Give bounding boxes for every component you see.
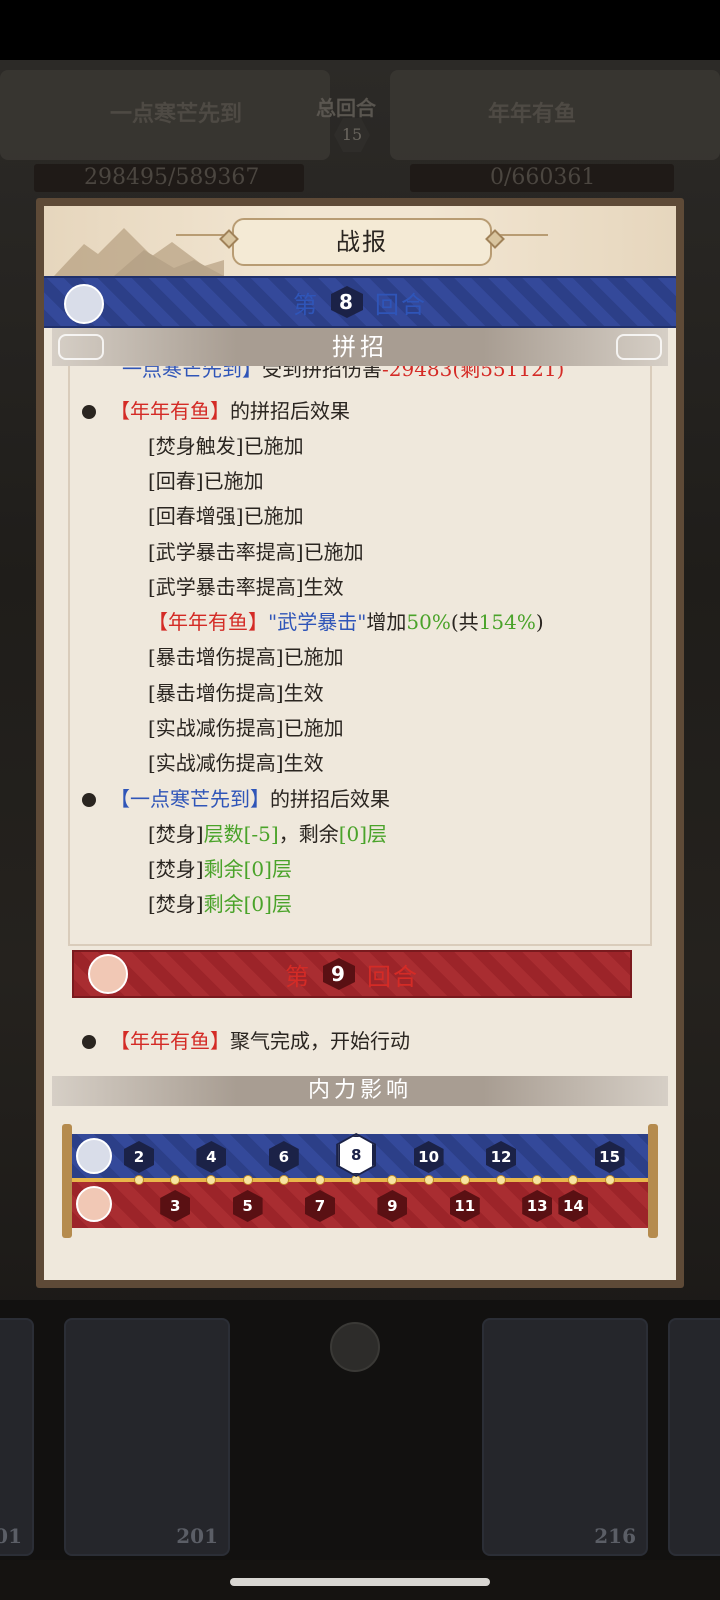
enemy-avatar: [76, 1186, 112, 1222]
turn-order-timeline[interactable]: 2 4 6 8 10 12 15 3 5 7 9 11 13 14: [62, 1120, 658, 1242]
player-avatar: [64, 284, 104, 324]
timeline-dot: [423, 1175, 434, 1185]
bullet-icon: [82, 405, 96, 419]
home-indicator: [230, 1578, 490, 1586]
timeline-dot: [315, 1175, 325, 1185]
log-line: [暴击增伤提高]已施加: [148, 645, 344, 669]
timeline-dot: [134, 1175, 144, 1185]
section-header-internal-force: 内力影响: [52, 1076, 668, 1106]
left-player-name: 一点寒芒先到: [110, 101, 243, 127]
report-paper: 战报 第 8 回合 一点寒芒先到】受到拼招伤害-29483(剩551121) 【…: [44, 206, 676, 1280]
bullet-icon: [82, 1035, 96, 1049]
round-9-banner: 第 9 回合: [72, 950, 632, 998]
log-line: [实战减伤提高]已施加: [148, 716, 344, 740]
right-player-name: 年年有鱼: [488, 101, 577, 127]
skill-card: [668, 1318, 720, 1556]
timeline-dot: [278, 1175, 289, 1185]
dialog-title: 战报: [232, 218, 492, 266]
log-line: [回春增强]已施加: [148, 504, 304, 528]
log-line: 【年年有鱼】的拼招后效果: [82, 396, 350, 426]
log-line: 一点寒芒先到】受到拼招伤害-29483(剩551121): [122, 366, 565, 381]
log-line: 【一点寒芒先到】的拼招后效果: [82, 784, 390, 814]
dialog-header: 战报: [44, 206, 676, 276]
bullet-icon: [82, 793, 96, 807]
cloud-ornament-icon: [58, 334, 104, 360]
log-line: [暴击增伤提高]生效: [148, 681, 324, 705]
total-round-label: 总回合: [316, 96, 376, 120]
section-header-clash: 拼招: [52, 328, 668, 366]
log-line: 【年年有鱼】聚气完成，开始行动: [82, 1026, 410, 1056]
status-bar: [0, 0, 720, 60]
round-number: 9: [323, 958, 355, 990]
log-line: [焚身]层数[-5]，剩余[0]层: [148, 822, 388, 846]
skill-card: 201: [64, 1318, 230, 1556]
timeline-dot: [242, 1175, 253, 1185]
log-line: [实战减伤提高]生效: [148, 751, 324, 775]
player-avatar: [76, 1138, 112, 1174]
skill-card: 201: [0, 1318, 34, 1556]
battle-report-dialog: 战报 第 8 回合 一点寒芒先到】受到拼招伤害-29483(剩551121) 【…: [36, 198, 684, 1288]
timeline-dot: [496, 1175, 506, 1185]
timeline-dot: [459, 1175, 470, 1185]
log-line: [焚身]剩余[0]层: [148, 857, 292, 881]
log-line: [回春]已施加: [148, 469, 264, 493]
log-line: [焚身]剩余[0]层: [148, 892, 292, 916]
log-line: 【年年有鱼】"武学暴击"增加50%(共154%): [148, 610, 544, 634]
skill-card: 216: [482, 1318, 648, 1556]
scroll-post: [648, 1124, 658, 1238]
play-button: [330, 1322, 380, 1372]
mountain-ornament-icon: [54, 228, 224, 276]
log-line: [焚身触发]已施加: [148, 434, 304, 458]
timeline-dot: [604, 1175, 615, 1185]
round-number: 8: [331, 286, 363, 318]
battle-log[interactable]: 一点寒芒先到】受到拼招伤害-29483(剩551121) 【年年有鱼】的拼招后效…: [72, 366, 648, 946]
round-8-banner: 第 8 回合: [44, 276, 676, 328]
right-hp: 0/660361: [410, 164, 674, 192]
enemy-avatar: [88, 954, 128, 994]
log-line: [武学暴击率提高]已施加: [148, 540, 364, 564]
cloud-ornament-icon: [616, 334, 662, 360]
log-line: [武学暴击率提高]生效: [148, 575, 344, 599]
scroll-post: [62, 1124, 72, 1238]
left-hp: 298495/589367: [34, 164, 304, 192]
